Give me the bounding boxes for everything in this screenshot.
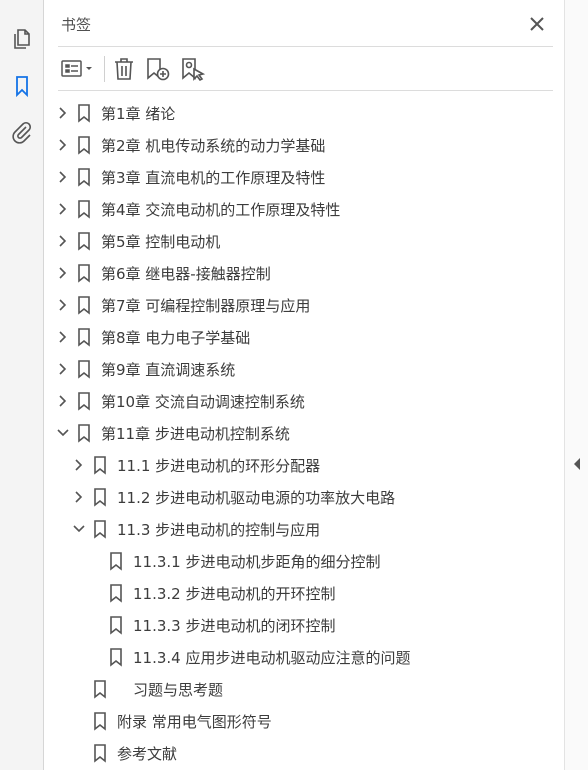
bookmark-icon [93, 743, 107, 763]
bookmark-label: 第4章 交流电动机的工作原理及特性 [101, 201, 341, 219]
bookmark-row[interactable]: 第10章 交流自动调速控制系统 [0, 385, 560, 417]
bookmark-icon [77, 359, 91, 379]
bookmark-row[interactable]: 第7章 可编程控制器原理与应用 [0, 289, 560, 321]
bookmark-icon [77, 423, 91, 443]
bookmark-label: 习题与思考题 [133, 681, 224, 699]
bookmark-label: 第5章 控制电动机 [101, 233, 221, 251]
chevron-down-icon[interactable] [56, 425, 70, 439]
pages-icon[interactable] [10, 27, 34, 51]
bookmark-row[interactable]: 第11章 步进电动机控制系统 [0, 417, 560, 449]
bookmark-icon [93, 487, 107, 507]
bookmark-row[interactable]: 第9章 直流调速系统 [0, 353, 560, 385]
bookmark-row[interactable]: 第4章 交流电动机的工作原理及特性 [0, 193, 560, 225]
bookmark-label: 第1章 绪论 [101, 105, 176, 123]
bookmark-icon [109, 615, 123, 635]
bookmark-icon [93, 711, 107, 731]
bookmark-label: 11.3 步进电动机的控制与应用 [117, 521, 321, 539]
bookmark-label: 第10章 交流自动调速控制系统 [101, 393, 305, 411]
chevron-right-icon[interactable] [56, 265, 70, 279]
chevron-right-icon[interactable] [56, 329, 70, 343]
bookmark-label: 11.3.1 步进电动机步距角的细分控制 [133, 553, 381, 571]
delete-icon[interactable] [112, 56, 136, 82]
bookmark-label: 11.3.4 应用步进电动机驱动应注意的问题 [133, 649, 411, 667]
bookmark-label: 第9章 直流调速系统 [101, 361, 236, 379]
bookmark-icon [77, 327, 91, 347]
bookmark-row[interactable]: 第5章 控制电动机 [0, 225, 560, 257]
chevron-right-icon[interactable] [56, 201, 70, 215]
divider [58, 90, 553, 91]
bookmark-label: 第7章 可编程控制器原理与应用 [101, 297, 311, 315]
chevron-down-icon[interactable] [72, 521, 86, 535]
bookmark-label: 第2章 机电传动系统的动力学基础 [101, 137, 326, 155]
bookmark-row[interactable]: 11.3.3 步进电动机的闭环控制 [0, 609, 560, 641]
chevron-right-icon[interactable] [56, 233, 70, 247]
bookmark-label: 第11章 步进电动机控制系统 [101, 425, 290, 443]
bookmark-icon [77, 263, 91, 283]
bookmark-label: 第3章 直流电机的工作原理及特性 [101, 169, 326, 187]
bookmark-row[interactable]: 第8章 电力电子学基础 [0, 321, 560, 353]
bookmark-icon[interactable] [10, 74, 34, 98]
bookmark-row[interactable]: 11.3.1 步进电动机步距角的细分控制 [0, 545, 560, 577]
chevron-right-icon[interactable] [56, 105, 70, 119]
bookmark-icon [109, 551, 123, 571]
bookmark-label: 附录 常用电气图形符号 [117, 713, 272, 731]
bookmark-icon [93, 679, 107, 699]
bookmark-row[interactable]: 第1章 绪论 [0, 97, 560, 129]
bookmark-row[interactable]: 第6章 继电器-接触器控制 [0, 257, 560, 289]
bookmark-row[interactable]: 11.3.4 应用步进电动机驱动应注意的问题 [0, 641, 560, 673]
chevron-right-icon[interactable] [72, 457, 86, 471]
bookmark-label: 11.1 步进电动机的环形分配器 [117, 457, 321, 475]
bookmark-label: 11.2 步进电动机驱动电源的功率放大电路 [117, 489, 396, 507]
bookmark-row[interactable]: 习题与思考题 [0, 673, 560, 705]
bookmark-icon [77, 103, 91, 123]
options-menu-icon[interactable] [60, 56, 96, 82]
bookmark-icon [77, 135, 91, 155]
bookmark-label: 参考文献 [117, 745, 178, 763]
chevron-right-icon[interactable] [56, 137, 70, 151]
bookmark-icon [77, 391, 91, 411]
bookmark-icon [77, 167, 91, 187]
chevron-right-icon[interactable] [56, 169, 70, 183]
bookmark-icon [109, 583, 123, 603]
bookmark-icon [109, 647, 123, 667]
bookmark-row[interactable]: 11.3 步进电动机的控制与应用 [0, 513, 560, 545]
panel-title: 书签 [61, 16, 92, 34]
bookmark-label: 第8章 电力电子学基础 [101, 329, 251, 347]
bookmark-icon [77, 295, 91, 315]
close-icon[interactable] [528, 15, 546, 33]
bookmark-row[interactable]: 11.1 步进电动机的环形分配器 [0, 449, 560, 481]
toolbar-separator [104, 56, 105, 82]
bookmark-row[interactable]: 第2章 机电传动系统的动力学基础 [0, 129, 560, 161]
bookmark-icon [93, 519, 107, 539]
bookmark-row[interactable]: 参考文献 [0, 737, 560, 769]
bookmark-from-selection-icon[interactable] [180, 56, 206, 82]
bookmark-label: 第6章 继电器-接触器控制 [101, 265, 271, 283]
bookmark-row[interactable]: 附录 常用电气图形符号 [0, 705, 560, 737]
chevron-right-icon[interactable] [56, 361, 70, 375]
bookmark-icon [77, 231, 91, 251]
bookmark-row[interactable]: 第3章 直流电机的工作原理及特性 [0, 161, 560, 193]
bookmark-label: 11.3.3 步进电动机的闭环控制 [133, 617, 336, 635]
bookmark-tree: 第1章 绪论第2章 机电传动系统的动力学基础 第3章 直流电机的工作原理及特性 第4… [0, 97, 560, 769]
divider [58, 46, 553, 47]
bookmark-row[interactable]: 11.2 步进电动机驱动电源的功率放大电路 [0, 481, 560, 513]
new-bookmark-icon[interactable] [145, 56, 171, 82]
chevron-right-icon[interactable] [56, 393, 70, 407]
bookmark-label: 11.3.2 步进电动机的开环控制 [133, 585, 336, 603]
panel-splitter[interactable] [564, 0, 588, 770]
collapse-panel-icon[interactable] [572, 456, 582, 470]
bookmark-icon [93, 455, 107, 475]
bookmark-row[interactable]: 11.3.2 步进电动机的开环控制 [0, 577, 560, 609]
bookmark-icon [77, 199, 91, 219]
chevron-right-icon[interactable] [56, 297, 70, 311]
chevron-right-icon[interactable] [72, 489, 86, 503]
